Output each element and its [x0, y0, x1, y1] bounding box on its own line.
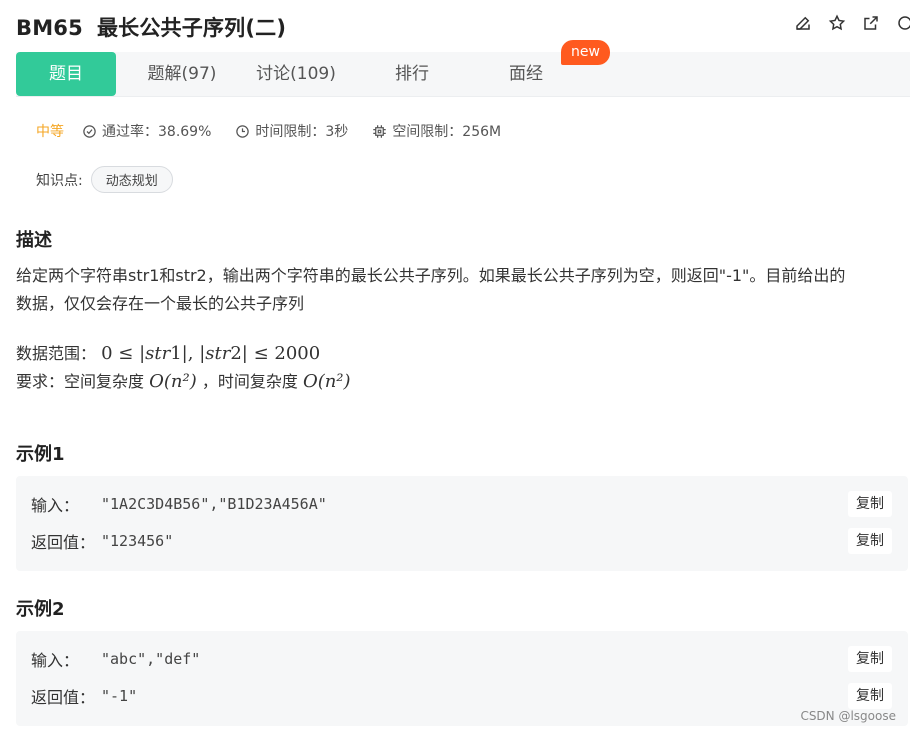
knowledge-points: 知识点: 动态规划: [36, 166, 173, 193]
example-2-output: 返回值： "-1": [31, 683, 137, 709]
output-label: 返回值：: [31, 688, 96, 707]
complexity-requirement: 要求：空间复杂度 O(n²) ，时间复杂度 O(n²): [16, 368, 351, 396]
copy-input-button[interactable]: 复制: [848, 646, 892, 672]
pass-rate: 通过率：38.69%: [82, 121, 211, 141]
data-range: 数据范围： 0 ≤ |str1|, |str2| ≤ 2000: [16, 340, 351, 368]
knowledge-label: 知识点:: [36, 172, 83, 189]
requirement-separator: ，时间复杂度: [201, 372, 298, 391]
problem-code: BM65: [16, 16, 83, 40]
data-range-formula: 0 ≤ |str1|, |str2| ≤ 2000: [101, 343, 321, 364]
knowledge-tag[interactable]: 动态规划: [90, 166, 173, 193]
difficulty-badge: 中等: [36, 124, 64, 140]
description-line-1: 给定两个字符串str1和str2，输出两个字符串的最长公共子序列。如果最长公共子…: [16, 266, 846, 285]
more-icon[interactable]: [896, 14, 910, 34]
example-2-input: 输入： "abc","def": [31, 646, 200, 672]
description-line-2: 数据，仅仅会存在一个最长的公共子序列: [16, 294, 305, 313]
tab-discussion[interactable]: 讨论(109): [246, 52, 346, 96]
title-actions: [794, 14, 910, 34]
tab-problem[interactable]: 题目: [16, 52, 116, 96]
time-limit: 时间限制：3秒: [235, 121, 348, 141]
output-value: "123456": [101, 532, 174, 550]
time-complexity: O(n²): [302, 371, 351, 392]
example-1-heading: 示例1: [16, 444, 65, 465]
example-2-heading: 示例2: [16, 599, 65, 620]
tab-bar: 题目 题解(97) 讨论(109) 排行 面经: [16, 52, 910, 97]
example-1-box: 输入： "1A2C3D4B56","B1D23A456A" 复制 返回值： "1…: [16, 476, 908, 571]
tab-interview[interactable]: 面经: [486, 52, 566, 96]
description-heading: 描述: [16, 230, 52, 251]
pass-rate-text: 通过率：38.69%: [102, 124, 212, 140]
input-value: "abc","def": [101, 650, 201, 668]
input-label: 输入：: [31, 496, 80, 515]
tab-ranking[interactable]: 排行: [372, 52, 452, 96]
copy-output-button[interactable]: 复制: [848, 683, 892, 709]
tab-solutions[interactable]: 题解(97): [134, 52, 230, 96]
chip-icon: [373, 124, 387, 138]
input-label: 输入：: [31, 651, 80, 670]
time-limit-text: 时间限制：3秒: [255, 124, 349, 140]
input-value: "1A2C3D4B56","B1D23A456A": [101, 495, 327, 513]
title-row: BM65 最长公共子序列(二): [16, 10, 910, 44]
data-range-label: 数据范围：: [16, 344, 97, 363]
space-complexity: O(n²): [149, 371, 197, 392]
new-badge: new: [561, 40, 610, 65]
requirement-label: 要求：空间复杂度: [16, 372, 145, 391]
constraints: 数据范围： 0 ≤ |str1|, |str2| ≤ 2000 要求：空间复杂度…: [16, 340, 351, 396]
check-circle-icon: [83, 124, 96, 138]
space-limit-text: 空间限制：256M: [392, 124, 502, 140]
problem-title: 最长公共子序列(二): [96, 16, 287, 40]
watermark: CSDN @lsgoose: [800, 709, 896, 723]
problem-meta: 中等 通过率：38.69% 时间限制：3秒 空间限制：256M: [36, 120, 525, 142]
copy-input-button[interactable]: 复制: [848, 491, 892, 517]
space-limit: 空间限制：256M: [372, 121, 501, 141]
copy-output-button[interactable]: 复制: [848, 528, 892, 554]
clock-icon: [236, 124, 250, 138]
output-value: "-1": [101, 687, 138, 705]
edit-icon[interactable]: [794, 14, 814, 34]
share-icon[interactable]: [862, 14, 882, 34]
example-1-input: 输入： "1A2C3D4B56","B1D23A456A": [31, 491, 327, 517]
page-title: BM65 最长公共子序列(二): [16, 12, 286, 42]
star-icon[interactable]: [828, 14, 848, 34]
example-1-output: 返回值： "123456": [31, 528, 173, 554]
output-label: 返回值：: [31, 533, 96, 552]
description-text: 给定两个字符串str1和str2，输出两个字符串的最长公共子序列。如果最长公共子…: [16, 262, 910, 318]
example-2-box: 输入： "abc","def" 复制 返回值： "-1" 复制: [16, 631, 908, 726]
